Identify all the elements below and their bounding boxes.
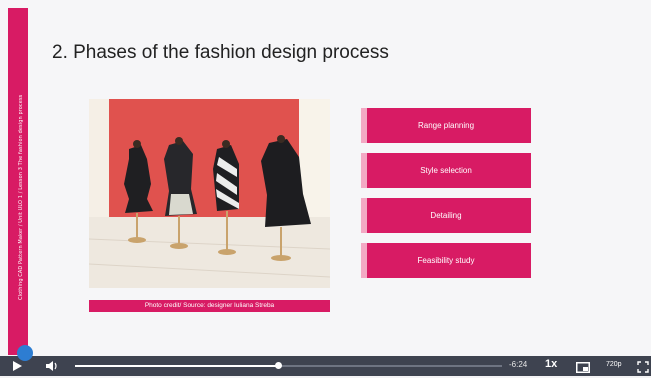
photo-mannequins xyxy=(89,99,330,288)
phase-label: Range planning xyxy=(417,121,475,130)
progress-bar[interactable] xyxy=(75,362,502,369)
slide: Clothing CAD Pattern Maker / Unit ULO 1 … xyxy=(0,0,651,356)
course-breadcrumb: Clothing CAD Pattern Maker / Unit ULO 1 … xyxy=(18,94,24,300)
fullscreen-button[interactable] xyxy=(637,360,649,373)
phase-range-planning: Range planning xyxy=(361,108,531,143)
pip-button[interactable] xyxy=(576,360,590,373)
phase-tab xyxy=(361,243,367,278)
player-logo-icon xyxy=(17,345,33,361)
volume-icon xyxy=(46,361,57,371)
video-player-controls: -6:24 1x 720p xyxy=(0,356,651,376)
progress-fill xyxy=(75,365,278,367)
pip-icon xyxy=(576,362,590,373)
phase-label: Style selection xyxy=(420,166,472,175)
fullscreen-icon xyxy=(637,361,649,373)
time-remaining: -6:24 xyxy=(509,360,528,369)
phase-feasibility-study: Feasibility study xyxy=(361,243,531,278)
quality-button[interactable]: 720p xyxy=(606,361,622,368)
play-button[interactable] xyxy=(10,359,24,373)
phase-style-selection: Style selection xyxy=(361,153,531,188)
play-icon xyxy=(13,361,22,371)
photo-credit: Photo credit/ Source: designer Iuliana S… xyxy=(89,300,330,312)
slide-title: 2. Phases of the fashion design process xyxy=(52,42,389,63)
playback-speed-button[interactable]: 1x xyxy=(545,358,557,370)
phase-tab xyxy=(361,153,367,188)
phase-label: Detailing xyxy=(430,211,462,220)
volume-button[interactable] xyxy=(44,359,60,373)
phase-tab xyxy=(361,198,367,233)
phase-label: Feasibility study xyxy=(417,256,475,265)
progress-handle[interactable] xyxy=(274,362,282,369)
phase-tab xyxy=(361,108,367,143)
phase-detailing: Detailing xyxy=(361,198,531,233)
